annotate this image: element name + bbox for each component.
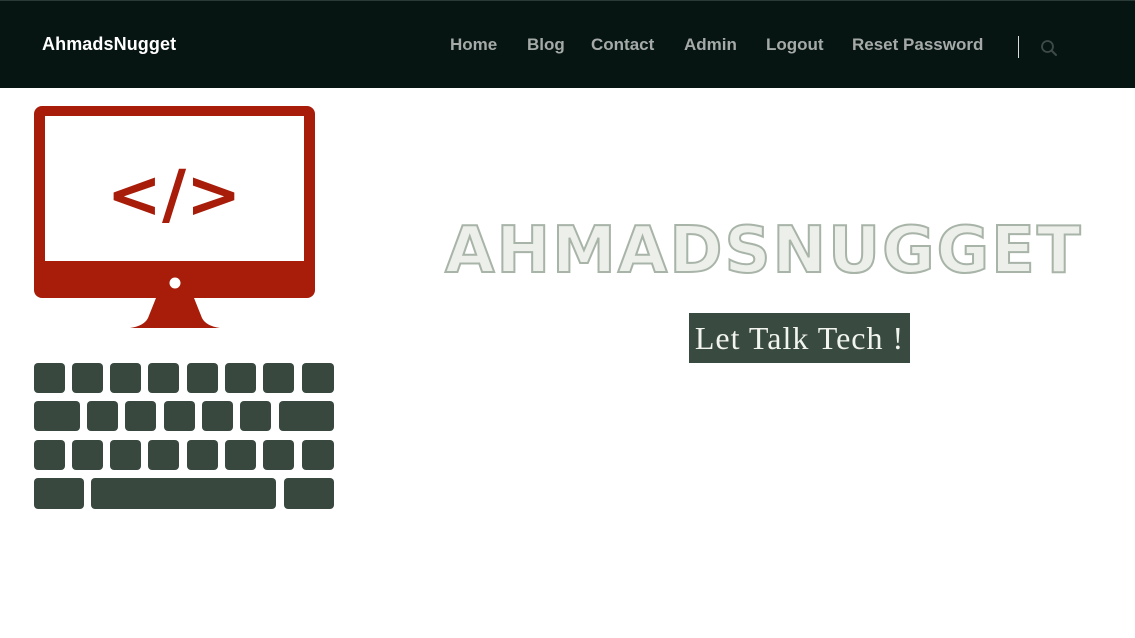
tagline-banner: Let Talk Tech ! (689, 313, 910, 363)
nav-blog-link[interactable]: Blog (527, 35, 565, 55)
nav-home-link[interactable]: Home (450, 35, 497, 55)
nav-divider (1018, 36, 1019, 58)
keyboard-icon (34, 363, 334, 509)
search-icon[interactable] (1040, 39, 1058, 57)
top-navbar: AhmadsNugget Home Blog Contact Admin Log… (0, 0, 1135, 88)
monitor-icon: </> (34, 106, 315, 328)
nav-reset-password-link[interactable]: Reset Password (852, 35, 983, 55)
site-logo-title: AHMADSNUGGET (444, 213, 1083, 289)
nav-admin-link[interactable]: Admin (684, 35, 737, 55)
computer-illustration: </> (34, 106, 334, 509)
nav-contact-link[interactable]: Contact (591, 35, 654, 55)
main-nav: Home Blog Contact Admin Logout Reset Pas… (0, 35, 1135, 59)
code-symbol: </> (107, 156, 242, 233)
nav-logout-link[interactable]: Logout (766, 35, 824, 55)
